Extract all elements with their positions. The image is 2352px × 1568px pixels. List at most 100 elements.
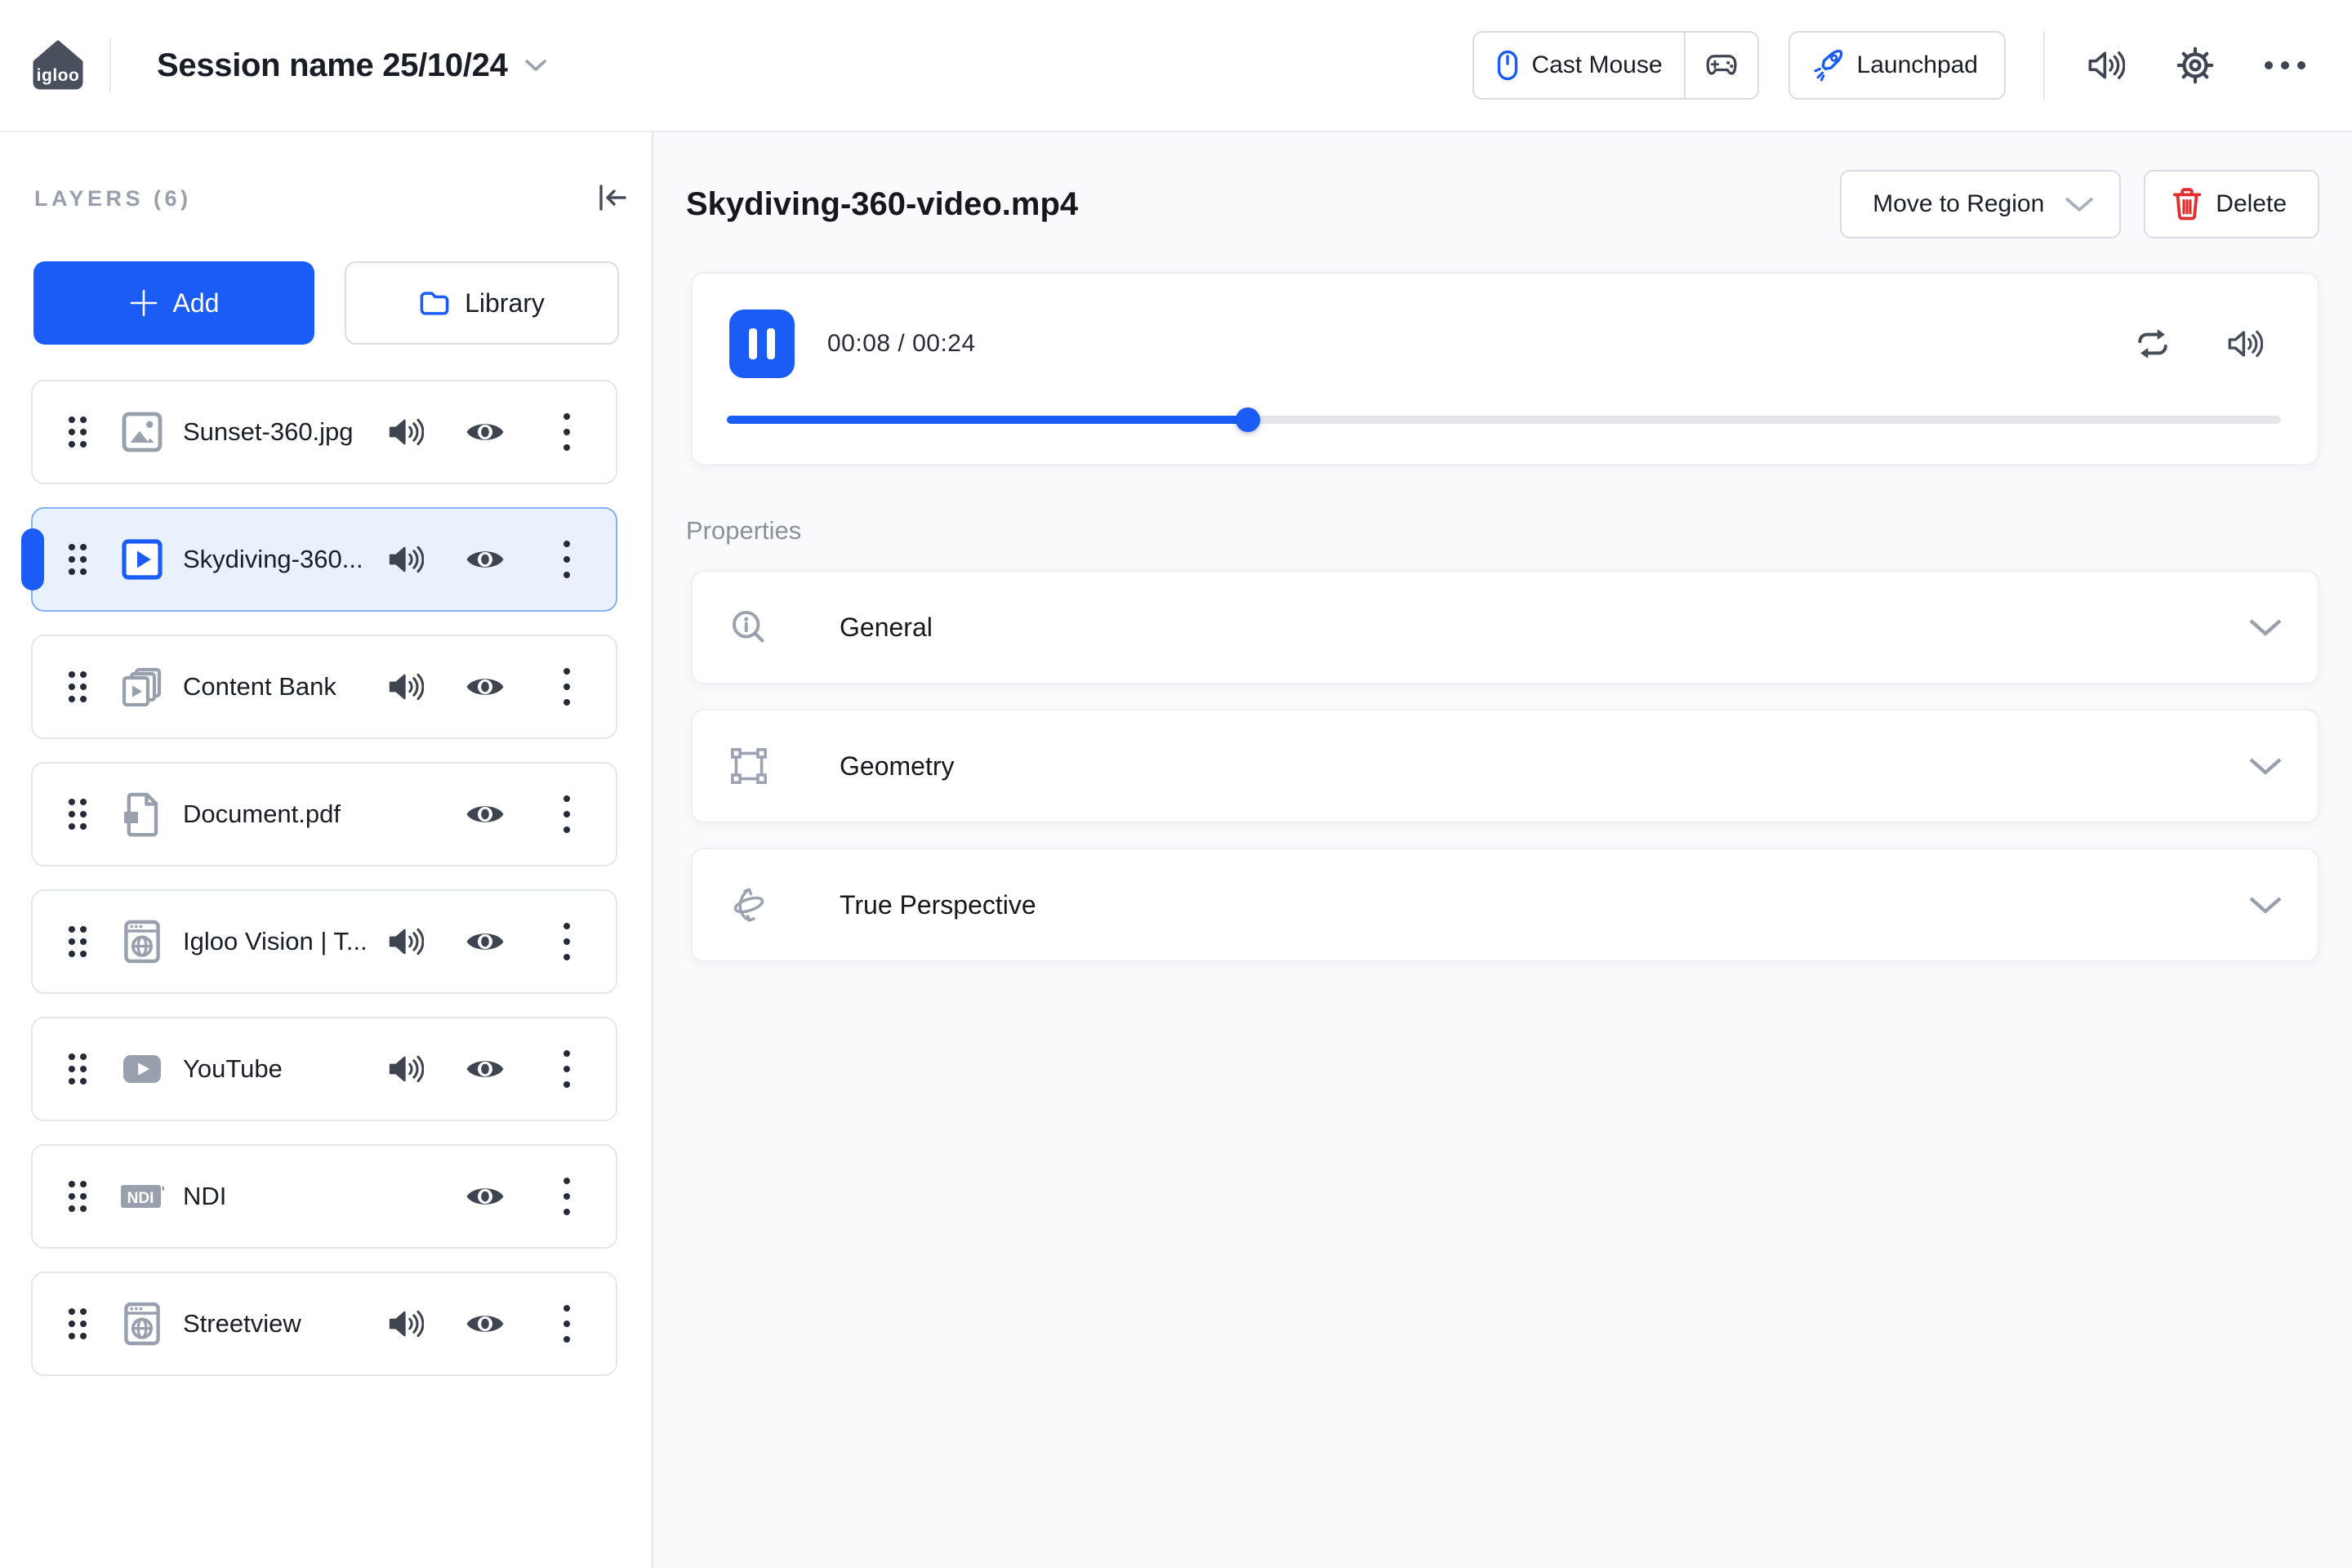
drag-handle-icon[interactable] xyxy=(65,1176,90,1217)
igloo-logo[interactable]: igloo xyxy=(31,39,85,91)
layer-name: Igloo Vision | T... xyxy=(183,927,368,956)
layer-row-7[interactable]: NDI NDI xyxy=(31,1144,617,1249)
chevron-down-icon xyxy=(2247,617,2283,637)
volume-icon[interactable] xyxy=(2225,324,2264,363)
geometry-icon xyxy=(728,747,769,785)
mute-toggle[interactable] xyxy=(384,661,426,713)
library-button[interactable]: Library xyxy=(345,261,619,345)
logo-text: igloo xyxy=(36,66,80,85)
session-title[interactable]: Session name 25/10/24 xyxy=(157,47,508,84)
layer-row-8[interactable]: Streetview xyxy=(31,1272,617,1376)
top-bar: igloo Session name 25/10/24 Cast Mouse L… xyxy=(0,0,2352,132)
layer-row-3[interactable]: Content Bank xyxy=(31,635,617,739)
layer-menu-button[interactable] xyxy=(546,406,588,458)
layer-menu-button[interactable] xyxy=(546,788,588,840)
drag-handle-icon[interactable] xyxy=(65,1049,90,1089)
mute-toggle[interactable] xyxy=(384,533,426,586)
drag-handle-icon[interactable] xyxy=(65,539,90,580)
mouse-icon xyxy=(1497,50,1518,81)
rotate-3d-icon xyxy=(728,886,769,924)
ndi-icon: NDI xyxy=(119,1180,165,1213)
mute-toggle[interactable] xyxy=(384,1043,426,1095)
move-to-region-button[interactable]: Move to Region xyxy=(1840,170,2122,238)
property-section-true-perspective[interactable]: True Perspective xyxy=(691,848,2319,962)
session-chevron-down-icon[interactable] xyxy=(524,59,547,72)
library-label: Library xyxy=(465,287,545,318)
mute-toggle[interactable] xyxy=(384,915,426,968)
layer-row-4[interactable]: Document.pdf xyxy=(31,762,617,866)
asset-header: Skydiving-360-video.mp4 Move to Region D… xyxy=(686,170,2319,238)
web-icon xyxy=(119,1301,165,1347)
layer-row-6[interactable]: YouTube xyxy=(31,1017,617,1121)
layer-name: Skydiving-360... xyxy=(183,545,363,573)
seek-track[interactable] xyxy=(727,408,2281,432)
add-layer-button[interactable]: Add xyxy=(33,261,314,345)
svg-text:NDI: NDI xyxy=(127,1190,154,1207)
section-label: General xyxy=(840,612,933,642)
drag-handle-icon[interactable] xyxy=(65,412,90,452)
layer-row-2[interactable]: Skydiving-360... xyxy=(21,507,617,612)
layer-menu-button[interactable] xyxy=(546,1298,588,1350)
gamepad-button[interactable] xyxy=(1686,33,1757,98)
folder-icon xyxy=(419,290,450,316)
property-section-general[interactable]: General xyxy=(691,570,2319,684)
layers-sidebar: LAYERS (6) Add Library Sunset-360.jpg Sk… xyxy=(0,132,653,1568)
layer-row-1[interactable]: Sunset-360.jpg xyxy=(31,380,617,484)
seek-handle[interactable] xyxy=(1235,408,1260,432)
launchpad-label: Launchpad xyxy=(1856,51,1978,78)
drag-handle-icon[interactable] xyxy=(65,794,90,835)
visibility-toggle[interactable] xyxy=(464,661,506,713)
cast-mouse-button[interactable]: Cast Mouse xyxy=(1474,33,1683,98)
repeat-icon[interactable] xyxy=(2133,324,2172,363)
layer-menu-button[interactable] xyxy=(546,915,588,968)
drag-handle-icon[interactable] xyxy=(65,666,90,707)
main-panel: Skydiving-360-video.mp4 Move to Region D… xyxy=(653,132,2352,1568)
pause-button[interactable] xyxy=(729,310,795,378)
plus-icon xyxy=(129,288,158,318)
layer-name: Sunset-360.jpg xyxy=(183,417,354,446)
video-player-card: 00:08 / 00:24 xyxy=(691,272,2319,466)
visibility-toggle[interactable] xyxy=(464,788,506,840)
rocket-icon xyxy=(1811,48,1846,82)
gear-icon[interactable] xyxy=(2174,44,2216,87)
layer-list: Sunset-360.jpg Skydiving-360... Content … xyxy=(21,380,617,1399)
layer-menu-button[interactable] xyxy=(546,1043,588,1095)
trash-icon xyxy=(2172,187,2203,221)
selected-indicator xyxy=(21,528,44,590)
ellipsis-icon[interactable] xyxy=(2264,44,2306,87)
mute-toggle[interactable] xyxy=(384,406,426,458)
layer-menu-button[interactable] xyxy=(546,1170,588,1223)
layer-menu-button[interactable] xyxy=(546,661,588,713)
launchpad-button[interactable]: Launchpad xyxy=(1788,31,2006,100)
layer-name: Streetview xyxy=(183,1309,301,1338)
delete-button[interactable]: Delete xyxy=(2144,170,2319,238)
visibility-toggle[interactable] xyxy=(464,533,506,586)
cast-mouse-button-group: Cast Mouse xyxy=(1472,31,1759,100)
drag-handle-icon[interactable] xyxy=(65,1303,90,1344)
topbar-separator xyxy=(2043,31,2045,100)
image-icon xyxy=(119,411,165,453)
mute-toggle[interactable] xyxy=(384,1298,426,1350)
layer-menu-button[interactable] xyxy=(546,533,588,586)
info-icon xyxy=(728,608,769,646)
content-bank-icon xyxy=(119,666,165,708)
visibility-toggle[interactable] xyxy=(464,1298,506,1350)
visibility-toggle[interactable] xyxy=(464,1170,506,1223)
visibility-toggle[interactable] xyxy=(464,1043,506,1095)
pause-icon xyxy=(749,328,757,359)
volume-icon[interactable] xyxy=(2084,44,2127,87)
section-label: True Perspective xyxy=(840,889,1036,920)
properties-label: Properties xyxy=(686,516,802,545)
layer-row-5[interactable]: Igloo Vision | T... xyxy=(31,889,617,994)
chevron-down-icon xyxy=(2247,895,2283,915)
topbar-divider xyxy=(109,38,111,92)
chevron-down-icon xyxy=(2247,756,2283,776)
collapse-sidebar-button[interactable] xyxy=(595,180,630,216)
asset-title: Skydiving-360-video.mp4 xyxy=(686,185,1079,222)
property-section-geometry[interactable]: Geometry xyxy=(691,709,2319,823)
web-icon xyxy=(119,919,165,964)
drag-handle-icon[interactable] xyxy=(65,921,90,962)
visibility-toggle[interactable] xyxy=(464,406,506,458)
seek-slider[interactable] xyxy=(727,407,2281,433)
visibility-toggle[interactable] xyxy=(464,915,506,968)
